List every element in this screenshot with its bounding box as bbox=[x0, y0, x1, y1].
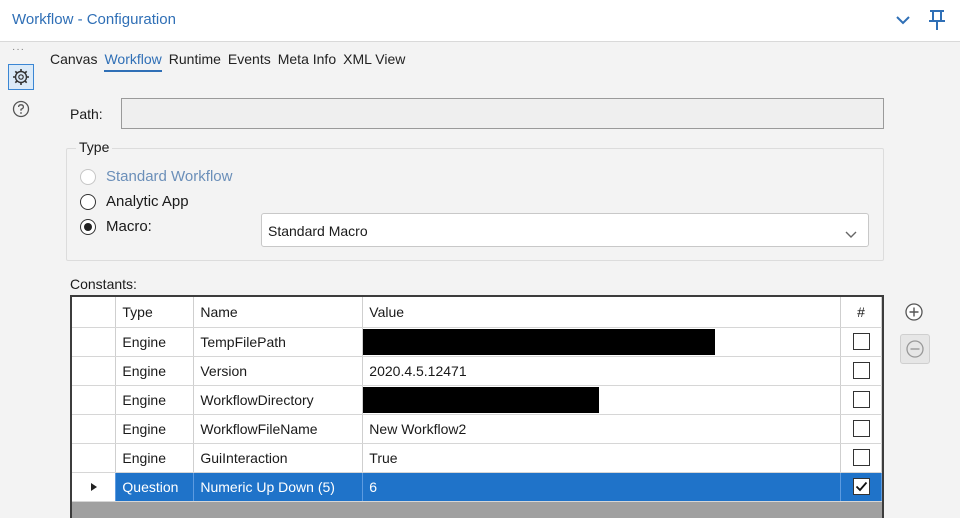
cell-hash[interactable] bbox=[840, 472, 882, 502]
plus-circle-icon[interactable] bbox=[902, 300, 926, 324]
cell-name[interactable]: Numeric Up Down (5) bbox=[193, 472, 364, 502]
path-label: Path: bbox=[70, 106, 103, 122]
cell-type[interactable]: Engine bbox=[115, 414, 195, 444]
cell-hash[interactable] bbox=[840, 327, 882, 357]
checkbox[interactable] bbox=[852, 333, 870, 351]
table-row-selected[interactable]: Question Numeric Up Down (5) 6 bbox=[72, 472, 882, 502]
macro-select-value: Standard Macro bbox=[268, 223, 368, 239]
cell-hash[interactable] bbox=[840, 356, 882, 386]
cell-type[interactable]: Question bbox=[115, 472, 195, 502]
cell-hash[interactable] bbox=[840, 443, 882, 473]
gear-icon[interactable] bbox=[8, 64, 34, 90]
cell-name[interactable]: WorkflowDirectory bbox=[193, 385, 364, 415]
table-row[interactable]: Engine WorkflowFileName New Workflow2 bbox=[72, 414, 882, 444]
cell-name[interactable]: GuiInteraction bbox=[193, 443, 364, 473]
radio-analytic-app[interactable]: Analytic App bbox=[80, 193, 189, 210]
radio-button[interactable] bbox=[80, 193, 96, 210]
checkbox[interactable] bbox=[852, 449, 870, 467]
constants-label: Constants: bbox=[70, 276, 137, 292]
table-row[interactable]: Engine TempFilePath bbox=[72, 327, 882, 357]
constants-table: Type Name Value # Engine TempFilePath En… bbox=[72, 297, 882, 502]
row-header[interactable] bbox=[72, 472, 117, 502]
radio-label: Macro: bbox=[106, 218, 152, 235]
minus-circle-icon[interactable] bbox=[900, 334, 930, 364]
cell-hash[interactable] bbox=[840, 414, 882, 444]
cell-value[interactable]: 2020.4.5.12471 bbox=[362, 356, 842, 386]
radio-label: Analytic App bbox=[106, 193, 189, 210]
radio-button[interactable] bbox=[80, 218, 96, 235]
macro-type-select[interactable]: Standard Macro bbox=[261, 213, 869, 247]
help-icon[interactable] bbox=[10, 98, 32, 120]
redacted-value bbox=[363, 328, 716, 355]
row-header[interactable] bbox=[72, 356, 117, 386]
type-legend: Type bbox=[76, 139, 113, 155]
table-row[interactable]: Engine WorkflowDirectory bbox=[72, 385, 882, 415]
tab-xml-view[interactable]: XML View bbox=[343, 50, 405, 72]
cell-name[interactable]: WorkflowFileName bbox=[193, 414, 364, 444]
cell-value[interactable]: 6 bbox=[362, 472, 842, 502]
tab-meta-info[interactable]: Meta Info bbox=[278, 50, 336, 72]
checkbox[interactable] bbox=[852, 420, 870, 438]
column-header-type[interactable]: Type bbox=[115, 297, 195, 328]
constants-grid: Type Name Value # Engine TempFilePath En… bbox=[70, 295, 884, 518]
tab-canvas[interactable]: Canvas bbox=[50, 50, 97, 72]
chevron-down-icon[interactable] bbox=[893, 8, 913, 32]
tab-workflow[interactable]: Workflow bbox=[104, 50, 162, 72]
row-header-corner bbox=[72, 297, 117, 328]
cell-name[interactable]: Version bbox=[193, 356, 364, 386]
checkbox-checked[interactable] bbox=[852, 478, 870, 496]
cell-value[interactable]: True bbox=[362, 443, 842, 473]
cell-type[interactable]: Engine bbox=[115, 443, 195, 473]
table-header-row: Type Name Value # bbox=[72, 297, 882, 328]
cell-type[interactable]: Engine bbox=[115, 385, 195, 415]
row-header[interactable] bbox=[72, 385, 117, 415]
title-bar: Workflow - Configuration bbox=[0, 0, 960, 42]
radio-standard-workflow[interactable]: Standard Workflow bbox=[80, 168, 232, 185]
checkmark-icon bbox=[855, 482, 867, 492]
column-header-name[interactable]: Name bbox=[193, 297, 364, 328]
table-row[interactable]: Engine Version 2020.4.5.12471 bbox=[72, 356, 882, 386]
pin-icon[interactable] bbox=[925, 6, 949, 34]
cell-value[interactable]: New Workflow2 bbox=[362, 414, 842, 444]
row-pointer-icon bbox=[90, 482, 97, 491]
cell-type[interactable]: Engine bbox=[115, 327, 195, 357]
radio-button[interactable] bbox=[80, 168, 96, 185]
chevron-down-icon[interactable] bbox=[844, 226, 858, 242]
cell-value[interactable] bbox=[362, 327, 842, 357]
checkbox[interactable] bbox=[852, 362, 870, 380]
tab-events[interactable]: Events bbox=[228, 50, 271, 72]
radio-label: Standard Workflow bbox=[106, 168, 233, 185]
cell-hash[interactable] bbox=[840, 385, 882, 415]
row-header[interactable] bbox=[72, 443, 117, 473]
radio-selected-dot bbox=[84, 222, 92, 231]
tab-runtime[interactable]: Runtime bbox=[169, 50, 221, 72]
column-header-hash[interactable]: # bbox=[840, 297, 882, 328]
row-header[interactable] bbox=[72, 327, 117, 357]
row-header[interactable] bbox=[72, 414, 117, 444]
checkbox[interactable] bbox=[852, 391, 870, 409]
radio-macro[interactable]: Macro: bbox=[80, 218, 152, 235]
table-row[interactable]: Engine GuiInteraction True bbox=[72, 443, 882, 473]
column-header-value[interactable]: Value bbox=[362, 297, 842, 328]
left-sidebar: ··· bbox=[0, 42, 42, 518]
cell-type[interactable]: Engine bbox=[115, 356, 195, 386]
path-input[interactable] bbox=[121, 98, 884, 129]
tab-bar: Canvas Workflow Runtime Events Meta Info… bbox=[50, 50, 412, 72]
more-icon[interactable]: ··· bbox=[12, 44, 25, 55]
cell-value[interactable] bbox=[362, 385, 842, 415]
cell-name[interactable]: TempFilePath bbox=[193, 327, 364, 357]
redacted-value bbox=[363, 386, 600, 413]
window-title: Workflow - Configuration bbox=[12, 11, 176, 28]
